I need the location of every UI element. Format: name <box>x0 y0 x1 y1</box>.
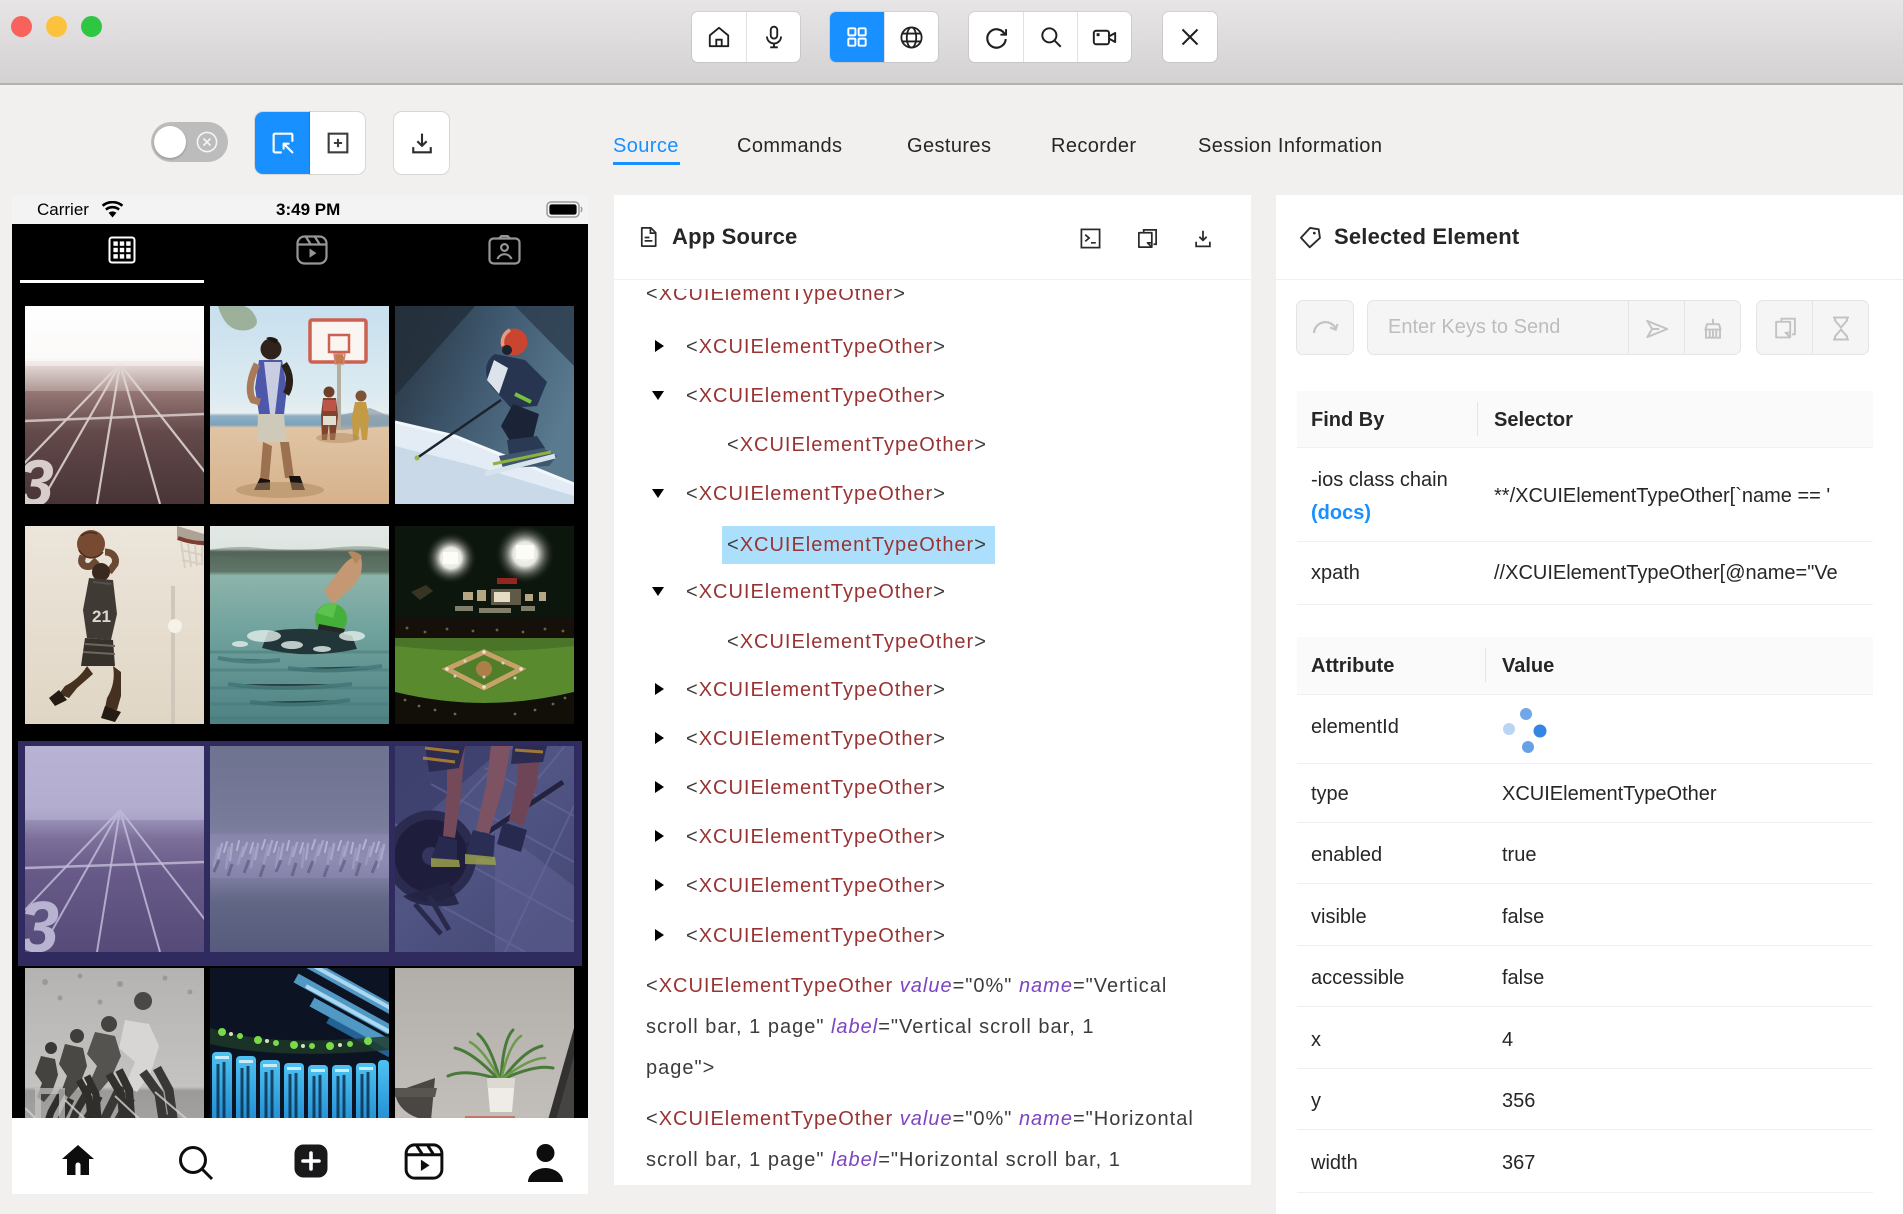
svg-text:21: 21 <box>92 607 111 626</box>
svg-text:3: 3 <box>25 446 54 504</box>
svg-text:3: 3 <box>25 888 59 952</box>
